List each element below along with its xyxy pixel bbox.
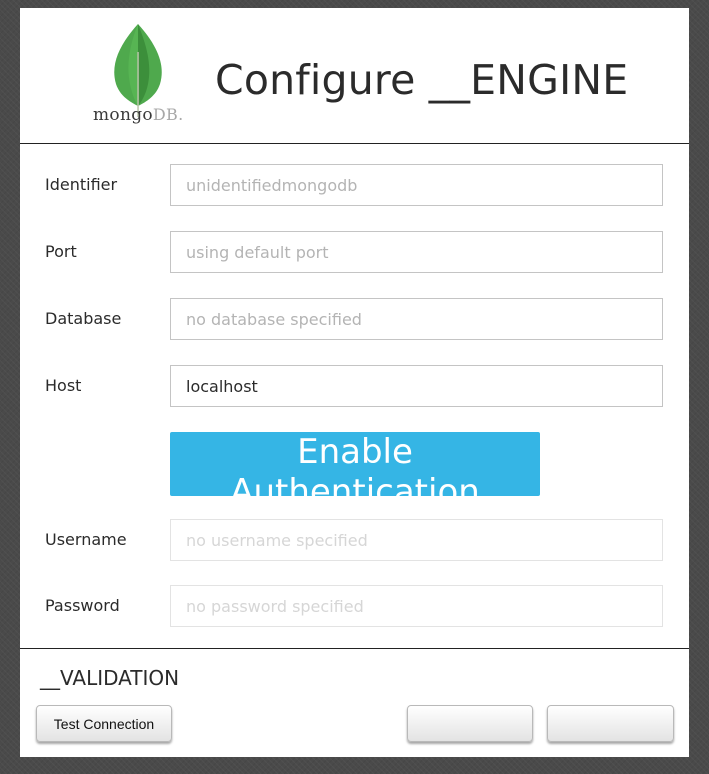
configure-engine-dialog: mongoDB. Configure __ENGINE Identifier P… (20, 8, 689, 757)
validation-label: __VALIDATION (40, 666, 180, 690)
port-input[interactable] (170, 231, 663, 273)
password-input[interactable] (170, 585, 663, 627)
identifier-input[interactable] (170, 164, 663, 206)
host-input[interactable] (170, 365, 663, 407)
mongodb-wordmark-suffix: DB. (152, 105, 184, 124)
database-label: Database (45, 309, 122, 328)
password-label: Password (45, 596, 120, 615)
port-label: Port (45, 242, 77, 261)
page-title: Configure __ENGINE (215, 56, 629, 104)
blank-button-1[interactable] (407, 705, 533, 742)
footer-divider (20, 648, 689, 649)
username-input[interactable] (170, 519, 663, 561)
mongodb-wordmark: mongoDB. (93, 105, 184, 125)
identifier-label: Identifier (45, 175, 118, 194)
enable-authentication-button[interactable]: Enable Authentication (170, 432, 540, 512)
mongodb-leaf-icon (114, 24, 162, 117)
dialog-header: mongoDB. Configure __ENGINE (20, 8, 689, 144)
database-input[interactable] (170, 298, 663, 340)
mongodb-logo: mongoDB. (93, 22, 183, 132)
username-label: Username (45, 530, 127, 549)
blank-button-2[interactable] (547, 705, 674, 742)
mongodb-wordmark-main: mongo (93, 105, 153, 125)
host-label: Host (45, 376, 82, 395)
test-connection-button[interactable]: Test Connection (36, 705, 172, 742)
